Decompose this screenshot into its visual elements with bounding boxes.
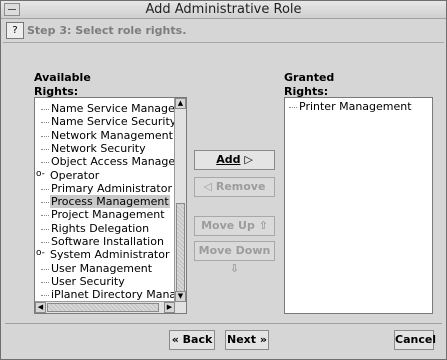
add-button[interactable]: Add ▷ [194, 150, 275, 170]
tree-connector [41, 162, 49, 164]
scroll-right-arrow-icon[interactable]: ▶ [164, 302, 175, 313]
double-chevron-right-icon: » [259, 333, 267, 346]
available-label: Available [34, 71, 91, 84]
tree-connector [41, 135, 49, 137]
scroll-up-arrow-icon[interactable]: ▲ [175, 98, 186, 109]
help-icon[interactable]: ? [6, 22, 24, 39]
move-up-button[interactable]: Move Up ⇧ [194, 216, 275, 236]
available-vertical-scrollbar[interactable]: ▲ ▼ [174, 98, 186, 313]
available-right-item[interactable]: Software Installation [50, 235, 165, 248]
add-role-window: Add Administrative Role ? Step 3: Select… [0, 0, 447, 360]
step-header: ? Step 3: Select role rights. [3, 20, 444, 43]
granted-right-item[interactable]: Printer Management [299, 100, 412, 113]
tree-connector [41, 268, 49, 270]
available-right-item[interactable]: iPlanet Directory Management [50, 288, 186, 301]
available-right-item[interactable]: Network Security [50, 142, 147, 155]
horizontal-scroll-thumb[interactable] [47, 303, 159, 312]
expand-node-icon[interactable]: o- [36, 169, 45, 179]
available-right-item[interactable]: User Management [50, 262, 153, 275]
cancel-button-label: Cancel [395, 333, 437, 346]
step-title: Step 3: Select role rights. [27, 24, 187, 37]
available-right-item[interactable]: Object Access Management [50, 155, 186, 168]
tree-connector [41, 188, 49, 190]
back-button[interactable]: « Back [169, 330, 215, 350]
arrow-up-icon: ⇧ [258, 219, 268, 232]
available-right-item[interactable]: System Administrator [49, 248, 171, 261]
available-right-item[interactable]: Project Management [50, 208, 166, 221]
move-up-button-label: Move Up [201, 219, 255, 232]
tree-connector [289, 107, 297, 108]
move-down-button-label: Move Down [198, 244, 271, 257]
next-button[interactable]: Next » [225, 330, 269, 350]
available-horizontal-scrollbar[interactable]: ◀ ▶ [35, 301, 175, 313]
available-right-item[interactable]: Primary Administrator [50, 182, 173, 195]
scroll-left-arrow-icon[interactable]: ◀ [35, 302, 46, 313]
available-right-item[interactable]: User Security [50, 275, 126, 288]
expand-node-icon[interactable]: o- [36, 248, 45, 258]
tree-connector [41, 148, 49, 150]
available-right-item[interactable]: Rights Delegation [50, 222, 150, 235]
tree-connector [41, 215, 49, 217]
arrow-down-icon: ⇩ [229, 262, 240, 275]
tree-connector [41, 295, 49, 297]
tree-connector [41, 109, 49, 110]
add-button-label: Add [216, 153, 241, 166]
window-title: Add Administrative Role [145, 2, 302, 17]
arrow-right-icon: ▷ [244, 153, 253, 166]
available-right-item[interactable]: Operator [49, 169, 100, 182]
available-right-item[interactable]: Network Management [50, 129, 174, 142]
vertical-scroll-thumb[interactable] [176, 203, 185, 293]
tree-connector [41, 202, 49, 204]
granted-rights-list[interactable]: Printer Management [284, 97, 433, 314]
next-button-label: Next [227, 333, 257, 346]
tree-connector [41, 242, 49, 243]
available-right-item[interactable]: Name Service Security [50, 115, 177, 128]
remove-button[interactable]: ◁ Remove [194, 177, 275, 197]
granted-label: Granted [284, 71, 335, 84]
available-rights-list[interactable]: Name Service ManagementName Service Secu… [34, 97, 187, 314]
move-down-button[interactable]: Move Down ⇩ [194, 241, 275, 275]
footer-separator [5, 323, 442, 324]
title-bar: Add Administrative Role [1, 1, 446, 19]
tree-connector [41, 122, 49, 124]
tree-connector [41, 228, 49, 230]
remove-button-label: Remove [215, 180, 266, 193]
available-right-item[interactable]: Name Service Management [50, 102, 186, 115]
double-chevron-left-icon: « [171, 333, 183, 346]
cancel-button[interactable]: Cancel [394, 330, 437, 350]
tree-connector [41, 281, 49, 283]
scroll-down-arrow-icon[interactable]: ▼ [175, 291, 186, 302]
back-button-label: Back [182, 333, 213, 346]
available-right-item[interactable]: Process Management [50, 195, 170, 209]
arrow-left-icon: ◁ [203, 180, 216, 193]
